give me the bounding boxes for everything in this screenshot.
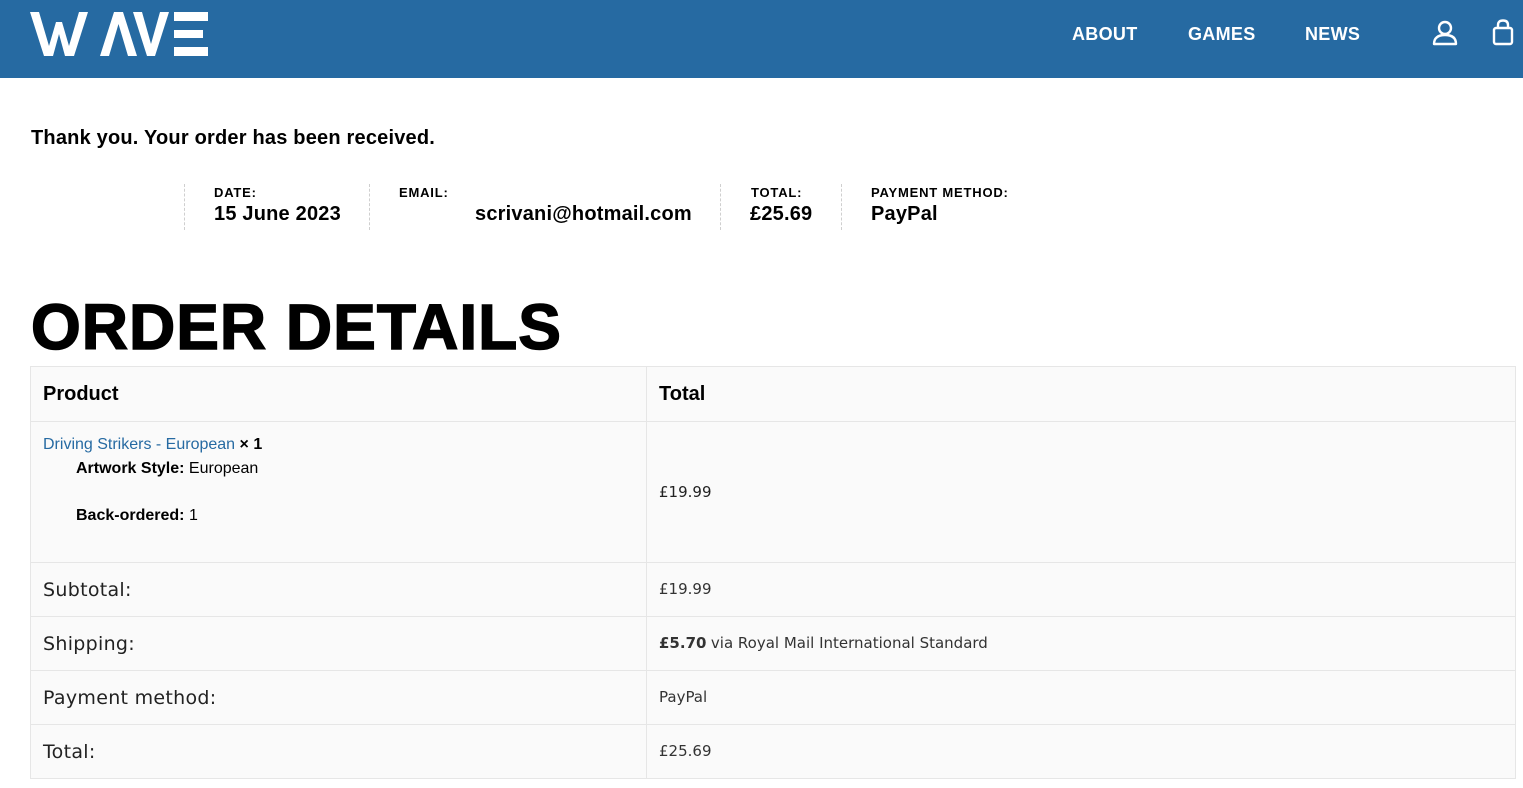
shopping-bag-icon: [1492, 19, 1514, 46]
account-button[interactable]: [1432, 20, 1458, 46]
overview-email: EMAIL: scrivani@hotmail.com: [369, 184, 720, 230]
shipping-method: via Royal Mail International Standard: [710, 634, 988, 652]
shipping-label: Shipping:: [43, 632, 135, 655]
product-link[interactable]: Driving Strikers - European: [43, 436, 235, 453]
meta-value: 1: [188, 507, 198, 524]
meta-key: Artwork Style:: [76, 460, 185, 477]
site-header: ABOUT GAMES NEWS: [0, 0, 1523, 78]
overview-date-value: 15 June 2023: [214, 203, 341, 225]
overview-total-label: TOTAL:: [751, 185, 803, 200]
payment-method-row: Payment method: PayPal: [30, 670, 1516, 725]
site-logo[interactable]: [30, 12, 208, 56]
order-details-table: Product Total Driving Strikers - Europea…: [30, 366, 1516, 779]
subtotal-label: Subtotal:: [43, 578, 132, 601]
column-header-total: Total: [646, 366, 1516, 422]
product-quantity: × 1: [239, 436, 263, 453]
total-value: £25.69: [659, 742, 712, 760]
product-meta-backordered: Back-ordered: 1: [76, 507, 198, 525]
payment-method-value: PayPal: [659, 688, 708, 706]
table-header-row: Product Total: [30, 366, 1516, 422]
overview-date: DATE: 15 June 2023: [184, 184, 369, 230]
cart-button[interactable]: [1492, 19, 1514, 47]
overview-email-label: EMAIL:: [399, 185, 449, 200]
product-total: £19.99: [659, 482, 712, 501]
product-line: Driving Strikers - European × 1: [43, 436, 262, 454]
nav-games[interactable]: GAMES: [1188, 23, 1256, 45]
user-icon: [1432, 20, 1458, 46]
meta-value: European: [188, 460, 259, 477]
nav-news[interactable]: NEWS: [1305, 23, 1360, 45]
payment-method-label: Payment method:: [43, 686, 217, 709]
overview-total-value: £25.69: [750, 203, 813, 225]
total-row: Total: £25.69: [30, 724, 1516, 779]
order-overview: DATE: 15 June 2023 EMAIL: scrivani@hotma…: [184, 184, 1041, 230]
product-cell: Driving Strikers - European × 1 Artwork …: [30, 421, 647, 563]
overview-date-label: DATE:: [214, 185, 257, 200]
order-details-title: ORDER DETAILS: [30, 291, 562, 363]
shipping-row: Shipping: £5.70 via Royal Mail Internati…: [30, 616, 1516, 671]
product-meta-artwork: Artwork Style: European: [76, 460, 258, 478]
order-received-notice: Thank you. Your order has been received.: [31, 127, 436, 149]
product-total-cell: £19.99: [646, 421, 1516, 563]
subtotal-row: Subtotal: £19.99: [30, 562, 1516, 617]
nav-about[interactable]: ABOUT: [1072, 23, 1138, 45]
subtotal-value: £19.99: [659, 580, 712, 598]
meta-key: Back-ordered:: [76, 507, 185, 524]
total-label: Total:: [43, 740, 96, 763]
wave-logo-icon: [30, 12, 208, 56]
overview-email-value: scrivani@hotmail.com: [475, 203, 692, 225]
overview-total: TOTAL: £25.69: [720, 184, 841, 230]
column-header-product: Product: [30, 366, 647, 422]
overview-payment-value: PayPal: [871, 203, 938, 225]
shipping-amount: £5.70: [659, 634, 707, 652]
overview-payment-label: PAYMENT METHOD:: [871, 185, 1009, 200]
table-row: Driving Strikers - European × 1 Artwork …: [30, 421, 1516, 563]
overview-payment: PAYMENT METHOD: PayPal: [841, 184, 1041, 230]
